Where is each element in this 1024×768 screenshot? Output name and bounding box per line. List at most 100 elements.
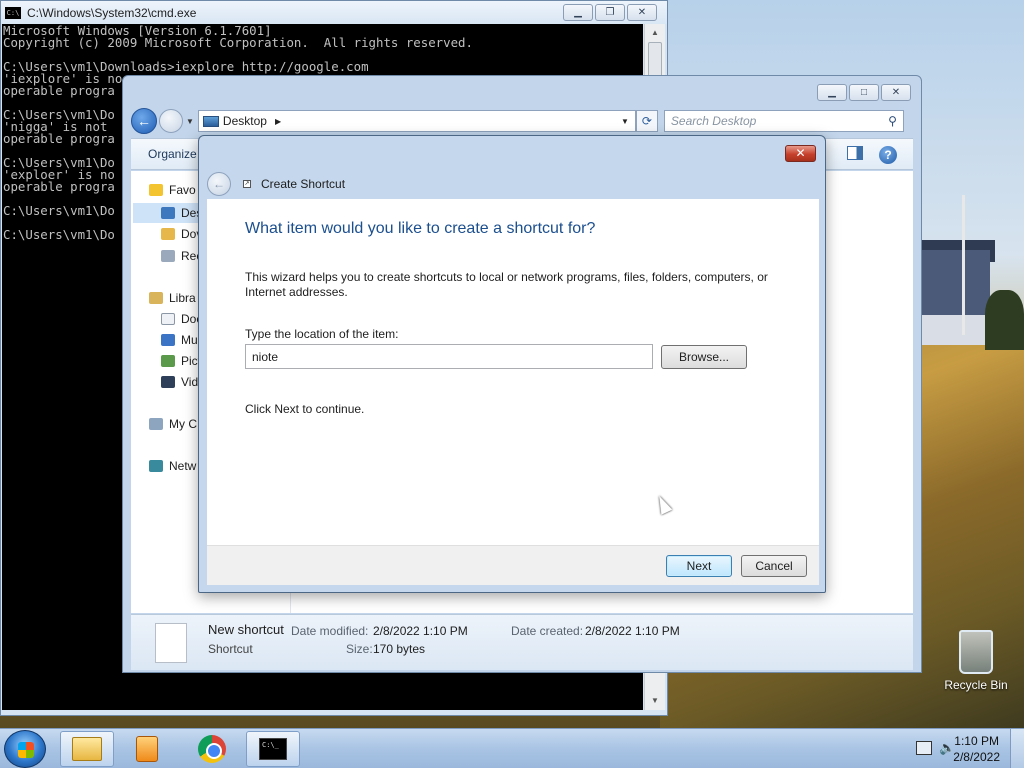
recycle-bin[interactable]: Recycle Bin	[940, 630, 1012, 692]
taskbar-explorer[interactable]	[60, 731, 114, 767]
recycle-bin-label: Recycle Bin	[944, 678, 1008, 692]
date-created-value: 2/8/2022 1:10 PM	[585, 624, 680, 638]
minimize-icon[interactable]: ▁	[817, 84, 847, 101]
create-shortcut-dialog[interactable]: ✕ ← ↗ Create Shortcut What item would yo…	[198, 135, 826, 593]
explorer-window-controls: ▁ □ ✕	[817, 84, 911, 101]
taskbar-cmd[interactable]: C:\_	[246, 731, 300, 767]
dialog-body: What item would you like to create a sho…	[207, 199, 819, 545]
wallpaper-house-porch	[920, 315, 990, 345]
nav-documents[interactable]: Doc	[161, 312, 202, 326]
search-box[interactable]: Search Desktop ⚲	[663, 110, 904, 132]
computer-icon	[149, 418, 163, 430]
wallpaper-flagpole	[962, 195, 965, 335]
location-label: Type the location of the item:	[245, 327, 399, 341]
nav-favorites[interactable]: Favo	[149, 183, 196, 197]
recent-places-icon	[161, 250, 175, 262]
console-line: Copyright (c) 2009 Microsoft Corporation…	[3, 35, 473, 50]
browse-button[interactable]: Browse...	[661, 345, 747, 369]
refresh-button[interactable]: ⟳	[635, 110, 658, 132]
search-input[interactable]: Search Desktop	[671, 114, 888, 128]
clock-date: 2/8/2022	[953, 750, 1000, 764]
star-icon	[149, 184, 163, 196]
next-button[interactable]: Next	[666, 555, 732, 577]
nav-favorites-label: Favo	[169, 183, 196, 197]
cancel-button[interactable]: Cancel	[741, 555, 807, 577]
organize-button[interactable]: Organize	[148, 147, 197, 161]
nav-network-label: Netw	[169, 459, 197, 473]
details-pane: New shortcut Shortcut Date modified: 2/8…	[131, 614, 913, 670]
address-dropdown-icon[interactable]: ▼	[621, 117, 629, 126]
address-text: Desktop	[222, 114, 267, 128]
taskbar-chrome[interactable]	[185, 731, 239, 767]
close-button[interactable]: ✕	[785, 145, 816, 162]
nav-libraries[interactable]: Libra	[149, 291, 196, 305]
back-button[interactable]: ←	[131, 108, 157, 134]
address-bar[interactable]: Desktop ▶ ▼	[197, 110, 636, 132]
close-icon[interactable]: ✕	[627, 4, 657, 21]
system-tray: 🔈 1:10 PM 2/8/2022	[884, 729, 1024, 768]
dialog-description: This wizard helps you to create shortcut…	[245, 270, 768, 299]
minimize-icon[interactable]: ▁	[563, 4, 593, 21]
media-player-icon	[136, 736, 158, 762]
desktop-icon	[202, 115, 219, 127]
close-icon[interactable]: ✕	[881, 84, 911, 101]
date-created-label: Date created:	[511, 624, 584, 638]
breadcrumb-arrow-icon[interactable]: ▶	[275, 117, 281, 126]
windows-logo-icon	[18, 742, 34, 758]
nav-computer[interactable]: My C	[149, 417, 197, 431]
dialog-heading: What item would you like to create a sho…	[245, 220, 596, 237]
maximize-icon[interactable]: □	[849, 84, 879, 101]
start-button[interactable]	[4, 730, 46, 768]
nav-pictures[interactable]: Pict	[161, 354, 201, 368]
chrome-icon	[198, 735, 226, 763]
restore-icon[interactable]: ❐	[595, 4, 625, 21]
taskbar-media-player[interactable]	[120, 731, 174, 767]
nav-videos-label: Vid	[181, 375, 199, 389]
nav-libraries-label: Libra	[169, 291, 196, 305]
documents-icon	[161, 313, 175, 325]
nav-music[interactable]: Mu	[161, 333, 198, 347]
music-icon	[161, 334, 175, 346]
recycle-bin-icon	[959, 630, 993, 674]
cmd-window-controls: ▁ ❐ ✕	[563, 4, 657, 21]
continue-hint: Click Next to continue.	[245, 402, 365, 416]
show-desktop-button[interactable]	[1010, 729, 1024, 768]
explorer-titlebar[interactable]	[123, 76, 921, 106]
selected-file-type: Shortcut	[208, 642, 253, 656]
navigation-bar: ← ▼ Desktop ▶ ▼ ⟳ Search Desktop ⚲	[131, 107, 913, 135]
desktop-icon	[161, 207, 175, 219]
nav-network[interactable]: Netw	[149, 459, 196, 473]
folder-icon	[72, 737, 102, 761]
location-input[interactable]	[245, 344, 653, 369]
libraries-icon	[149, 292, 163, 304]
scroll-down-icon[interactable]: ▼	[651, 696, 659, 705]
back-button[interactable]: ←	[207, 172, 231, 196]
search-icon[interactable]: ⚲	[888, 114, 897, 128]
network-icon[interactable]	[916, 741, 932, 755]
nav-music-label: Mu	[181, 333, 198, 347]
clock[interactable]: 1:10 PM 2/8/2022	[953, 733, 1000, 765]
date-modified-value: 2/8/2022 1:10 PM	[373, 624, 468, 638]
selected-file-name: New shortcut	[208, 622, 284, 637]
nav-computer-label: My C	[169, 417, 197, 431]
shortcut-arrow-icon: ↗	[243, 180, 251, 188]
taskbar: C:\_ 🔈 1:10 PM 2/8/2022	[0, 728, 1024, 768]
cmd-icon: C:\_	[259, 738, 287, 760]
size-label: Size:	[346, 642, 373, 656]
videos-icon	[161, 376, 175, 388]
preview-pane-icon[interactable]	[847, 146, 863, 160]
date-modified-label: Date modified:	[291, 624, 369, 638]
size-value: 170 bytes	[373, 642, 426, 656]
cmd-title: C:\Windows\System32\cmd.exe	[27, 5, 197, 20]
nav-recent[interactable]: Rec	[161, 249, 202, 263]
recent-pages-dropdown-icon[interactable]: ▼	[186, 117, 194, 126]
scroll-up-icon[interactable]: ▲	[651, 28, 659, 37]
pictures-icon	[161, 355, 175, 367]
forward-button[interactable]	[159, 109, 183, 133]
nav-videos[interactable]: Vid	[161, 375, 198, 389]
nav-downloads[interactable]: Dov	[161, 227, 202, 241]
shortcut-file-icon	[155, 623, 187, 663]
downloads-folder-icon	[161, 228, 175, 240]
help-icon[interactable]: ?	[879, 146, 897, 164]
dialog-title: Create Shortcut	[261, 177, 346, 191]
